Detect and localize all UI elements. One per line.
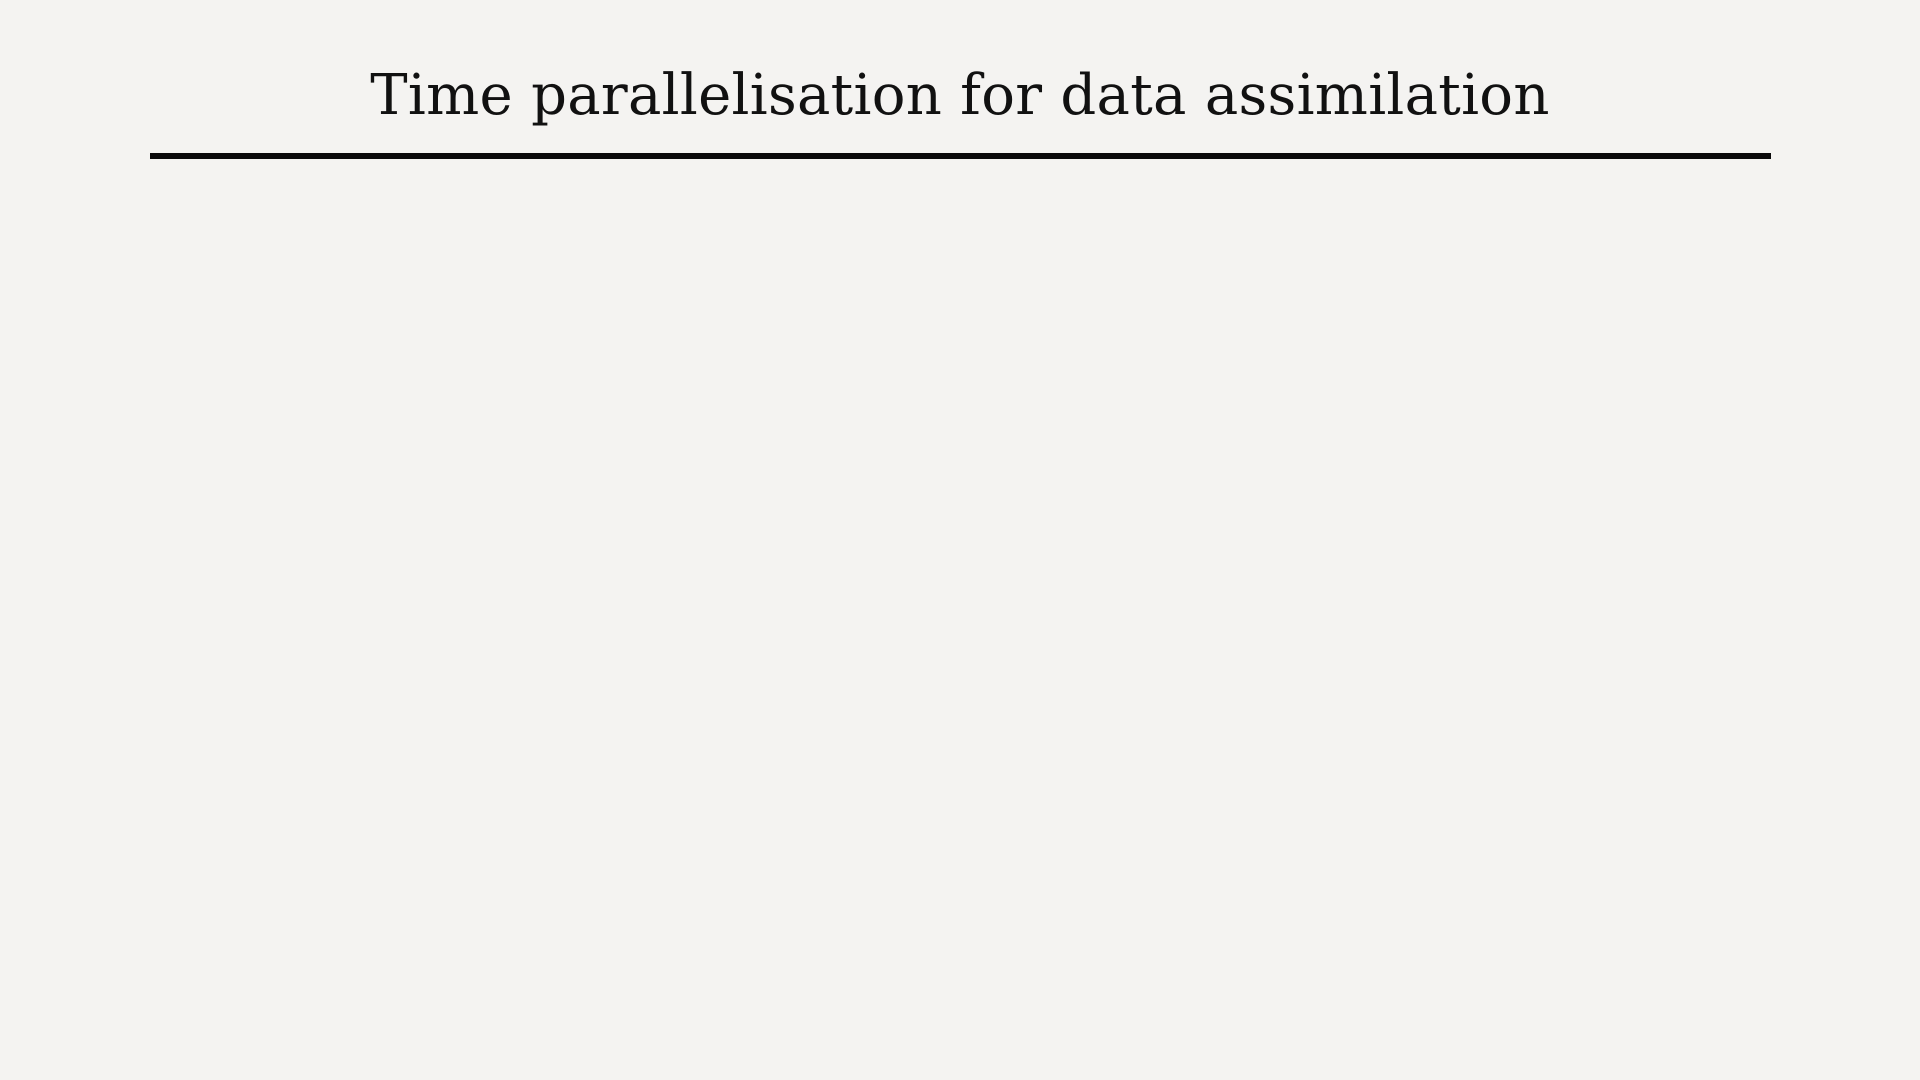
slide-body (150, 175, 1771, 1035)
slide-title: Time parallelisation for data assimilati… (370, 63, 1550, 128)
title-divider (150, 153, 1771, 159)
slide: Time parallelisation for data assimilati… (0, 0, 1920, 1080)
